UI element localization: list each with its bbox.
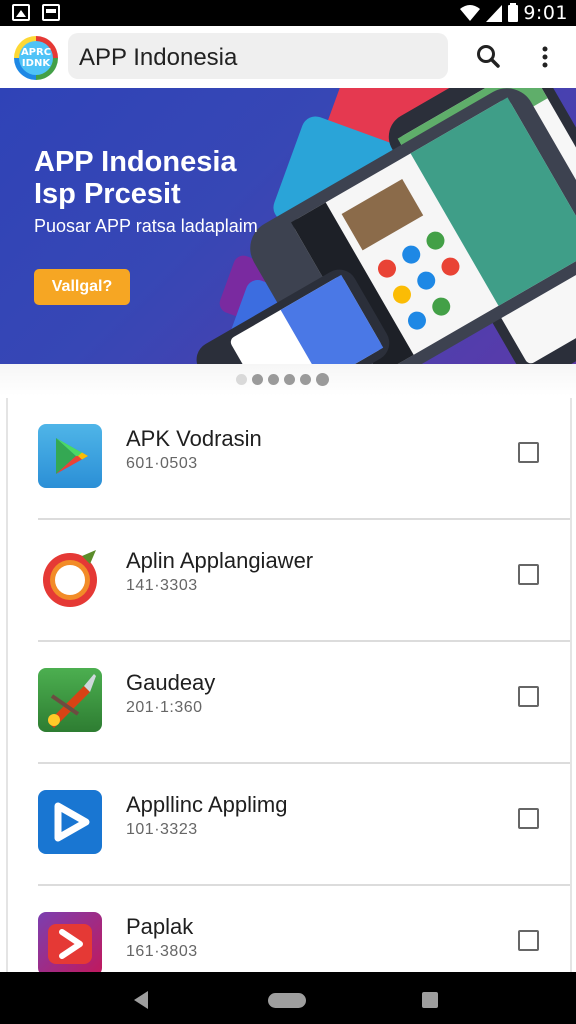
app-screen: 9:01 APRC IDNK APP Indonesia APP Indones…: [0, 0, 576, 1024]
overflow-menu-button[interactable]: [528, 40, 562, 74]
status-bar: 9:01: [0, 0, 576, 26]
app-name: Appllinc Applimg: [126, 792, 288, 817]
play-store-icon: [38, 424, 102, 488]
ring-app-icon: [38, 546, 102, 610]
search-button[interactable]: [472, 40, 506, 74]
navigation-bar: [0, 972, 576, 1024]
back-icon[interactable]: [134, 991, 148, 1009]
wifi-icon: [460, 5, 481, 21]
more-vert-icon: [542, 46, 548, 68]
app-meta: 201·1:360: [126, 699, 203, 716]
carousel-dot-active[interactable]: [316, 373, 329, 386]
select-checkbox[interactable]: [518, 564, 539, 585]
play-button-icon: [38, 790, 102, 854]
promo-banner[interactable]: APP Indonesia Isp Prcesit Puosar APP rat…: [0, 88, 576, 364]
recents-icon[interactable]: [422, 992, 438, 1008]
banner-title-line1: APP Indonesia: [34, 146, 237, 178]
signal-icon: [486, 5, 503, 22]
app-name: APK Vodrasin: [126, 426, 262, 451]
select-checkbox[interactable]: [518, 686, 539, 707]
list-item[interactable]: Gaudeay 201·1:360: [8, 642, 570, 764]
search-icon: [477, 45, 500, 68]
app-meta: 601·0503: [126, 455, 198, 472]
clock: 9:01: [523, 2, 568, 24]
banner-cta-button[interactable]: Vallgal?: [34, 269, 130, 305]
search-field[interactable]: APP Indonesia: [68, 33, 448, 79]
home-icon[interactable]: [268, 993, 306, 1008]
app-logo-text: APRC IDNK: [19, 41, 53, 75]
select-checkbox[interactable]: [518, 930, 539, 951]
arrow-app-icon: [38, 912, 102, 972]
select-checkbox[interactable]: [518, 808, 539, 829]
app-bar: APRC IDNK APP Indonesia: [0, 26, 576, 88]
carousel-dot[interactable]: [252, 374, 263, 385]
app-logo[interactable]: APRC IDNK: [14, 36, 58, 80]
card-icon: [42, 4, 60, 21]
app-meta: 141·3303: [126, 577, 198, 594]
search-input[interactable]: APP Indonesia: [79, 44, 237, 72]
app-meta: 101·3323: [126, 821, 198, 838]
app-meta: 161·3803: [126, 943, 198, 960]
carousel-dot[interactable]: [236, 374, 247, 385]
list-item[interactable]: APK Vodrasin 601·0503: [8, 398, 570, 520]
battery-icon: [508, 3, 519, 22]
banner-title: APP Indonesia Isp Prcesit: [34, 146, 237, 210]
banner-title-line2: Isp Prcesit: [34, 178, 181, 210]
banner-subtitle: Puosar APP ratsa ladaplaim: [34, 216, 258, 236]
carousel-indicator: [0, 364, 576, 396]
paint-brush-icon: [38, 668, 102, 732]
list-item[interactable]: Aplin Applangiawer 141·3303: [8, 520, 570, 642]
select-checkbox[interactable]: [518, 442, 539, 463]
app-name: Paplak: [126, 914, 194, 939]
list-item[interactable]: Appllinc Applimg 101·3323: [8, 764, 570, 886]
list-item[interactable]: Paplak 161·3803: [8, 886, 570, 972]
app-name: Aplin Applangiawer: [126, 548, 314, 573]
image-icon: [12, 4, 30, 21]
carousel-dot[interactable]: [300, 374, 311, 385]
app-name: Gaudeay: [126, 670, 216, 695]
carousel-dot[interactable]: [268, 374, 279, 385]
carousel-dot[interactable]: [284, 374, 295, 385]
app-list: APK Vodrasin 601·0503 Aplin Applangiawer…: [6, 398, 572, 972]
